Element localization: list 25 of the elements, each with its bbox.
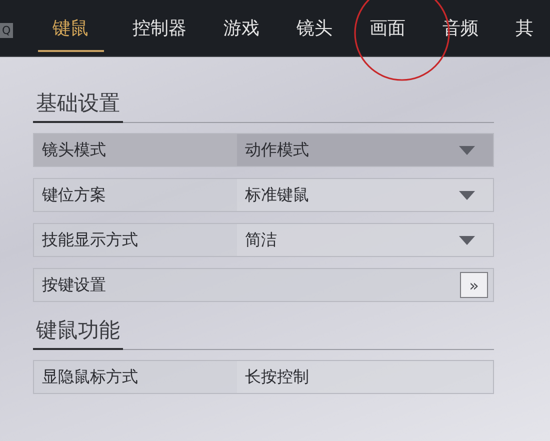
setting-row[interactable]: 技能显示方式 简洁 — [33, 223, 494, 257]
tab[interactable]: 控制器 — [124, 8, 195, 52]
tab[interactable]: 其 — [508, 8, 542, 52]
section-title: 键鼠功能 — [33, 316, 123, 350]
setting-value: 简洁 — [245, 230, 277, 250]
setting-label: 键位方案 — [41, 185, 107, 206]
setting-label: 按键设置 — [41, 276, 107, 296]
tab[interactable]: 键鼠 — [38, 8, 104, 52]
setting-label: 技能显示方式 — [41, 230, 139, 250]
setting-row[interactable]: 键位方案 标准键鼠 — [33, 178, 494, 212]
tab[interactable]: 游戏 — [216, 8, 268, 52]
dropdown-caret-icon[interactable] — [459, 190, 475, 200]
dropdown-caret-icon[interactable] — [459, 236, 475, 244]
setting-row[interactable]: 显隐鼠标方式 长按控制 — [33, 360, 494, 394]
section-title: 基础设置 — [33, 89, 123, 123]
setting-value: 动作模式 — [245, 140, 309, 160]
setting-label: 镜头模式 — [41, 140, 107, 160]
dropdown-caret-icon[interactable] — [459, 146, 475, 154]
setting-row[interactable]: 按键设置 » — [33, 268, 494, 302]
setting-value: 长按控制 — [245, 368, 309, 388]
tab[interactable]: 镜头 — [288, 8, 341, 52]
setting-row[interactable]: 镜头模式 动作模式 — [33, 133, 494, 167]
open-button[interactable]: » — [460, 272, 488, 298]
setting-value: 标准键鼠 — [245, 186, 309, 206]
setting-label: 显隐鼠标方式 — [41, 368, 139, 388]
